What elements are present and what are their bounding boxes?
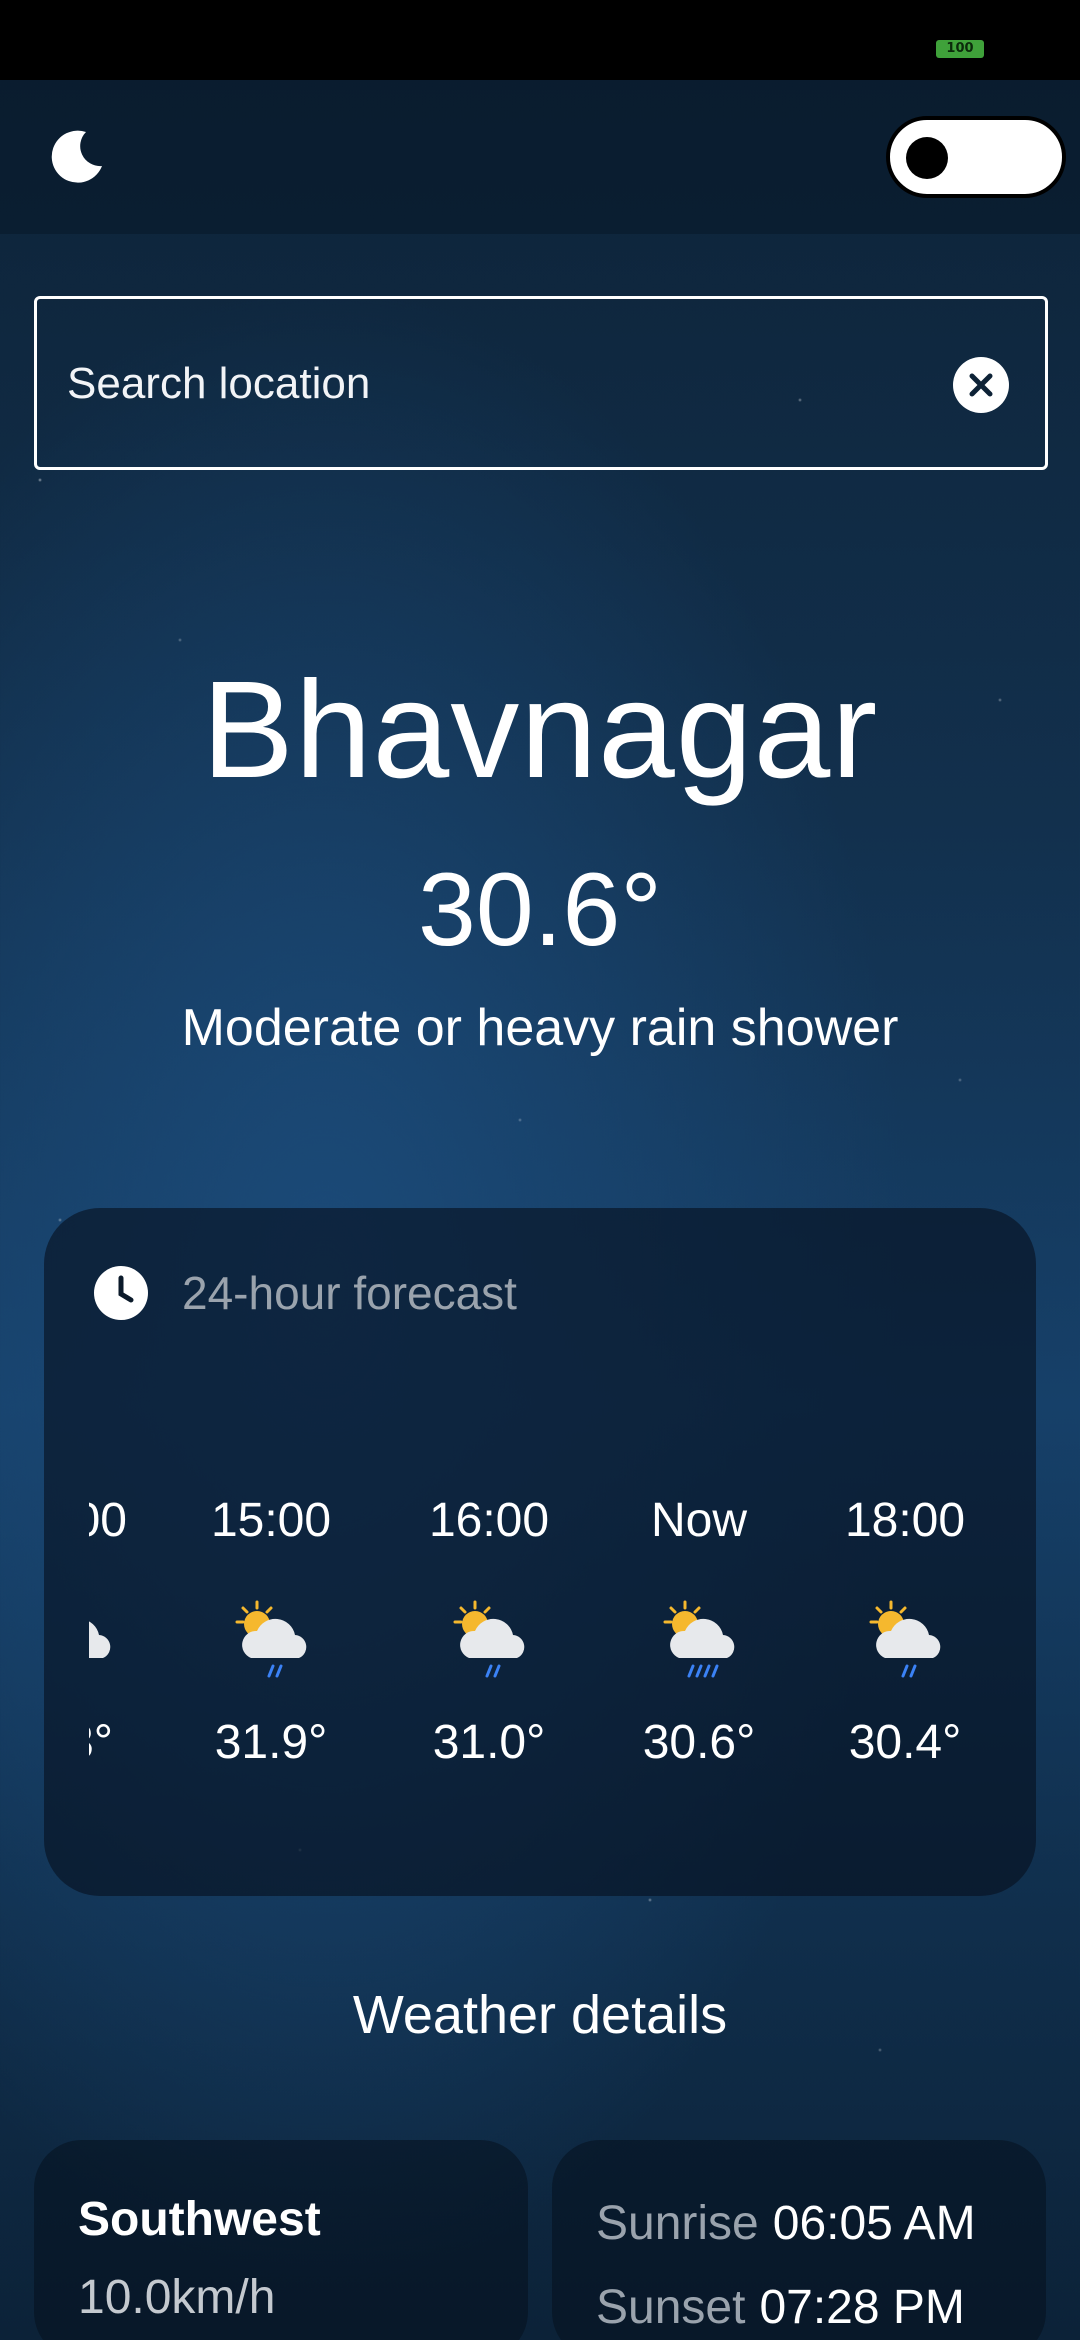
forecast-card: 24-hour forecast 00 3° 15:00 — [44, 1208, 1036, 1896]
forecast-hour-temp: 30.4° — [848, 1716, 962, 1769]
partly-cloudy-rain-icon — [89, 1621, 111, 1658]
battery-indicator: 100 — [936, 40, 984, 58]
forecast-hour: 15:00 31.9° — [191, 1486, 351, 1806]
close-icon[interactable] — [953, 357, 1009, 413]
forecast-hour: 00 3° — [89, 1486, 149, 1806]
forecast-hour-time: 16:00 — [428, 1494, 550, 1547]
city-name: Bhavnagar — [201, 653, 879, 807]
status-bar: 100 — [0, 0, 1080, 80]
partly-cloudy-rain-icon — [453, 1600, 525, 1678]
forecast-hour-time: 00 — [89, 1494, 127, 1547]
partly-cloudy-rain-icon — [869, 1600, 941, 1678]
search-input[interactable] — [67, 349, 927, 419]
sunset-time: 07:28 PM — [759, 2281, 965, 2334]
sunset-label: Sunset — [596, 2281, 746, 2334]
clock-icon — [94, 1266, 148, 1320]
partly-cloudy-rain-icon — [235, 1600, 307, 1678]
current-temperature: 30.6° — [417, 852, 662, 968]
hourly-forecast-list[interactable]: 00 3° 15:00 31.9° 16: — [89, 1486, 989, 1806]
forecast-hour-temp: 31.0° — [432, 1716, 546, 1769]
wind-direction: Southwest — [78, 2193, 321, 2246]
forecast-header: 24-hour forecast — [92, 1258, 517, 1328]
weather-condition: Moderate or heavy rain shower — [181, 999, 899, 1057]
forecast-hour: 16:00 31.0° — [409, 1486, 569, 1806]
toggle-knob — [906, 137, 948, 179]
moon-icon[interactable] — [48, 126, 108, 186]
forecast-hour-time: 15:00 — [210, 1494, 332, 1547]
forecast-hour-temp: 31.9° — [214, 1716, 328, 1769]
sunrise-row: Sunrise 06:05 AM — [596, 2196, 976, 2251]
forecast-title: 24-hour forecast — [182, 1267, 517, 1319]
search-box — [34, 296, 1048, 470]
forecast-hour-temp: 3° — [89, 1716, 113, 1769]
weather-details-title: Weather details — [352, 1985, 728, 2045]
forecast-hour-temp: 30.6° — [642, 1716, 756, 1769]
wind-speed: 10.0km/h — [78, 2271, 276, 2324]
sunset-row: Sunset 07:28 PM — [596, 2280, 965, 2335]
theme-toggle[interactable] — [886, 116, 1066, 198]
partly-cloudy-heavy-rain-icon — [663, 1600, 735, 1678]
forecast-hour-time: Now — [650, 1494, 748, 1547]
sunrise-time: 06:05 AM — [772, 2197, 976, 2250]
forecast-hour-current: Now 30.6° — [619, 1486, 779, 1806]
forecast-hour: 18:00 30.4° — [825, 1486, 985, 1806]
forecast-hour-time: 18:00 — [844, 1494, 966, 1547]
sun-card: Sunrise 06:05 AM Sunset 07:28 PM — [552, 2140, 1046, 2340]
top-bar — [0, 80, 1080, 234]
sunrise-label: Sunrise — [596, 2197, 759, 2250]
wind-card: Southwest 10.0km/h — [34, 2140, 528, 2340]
